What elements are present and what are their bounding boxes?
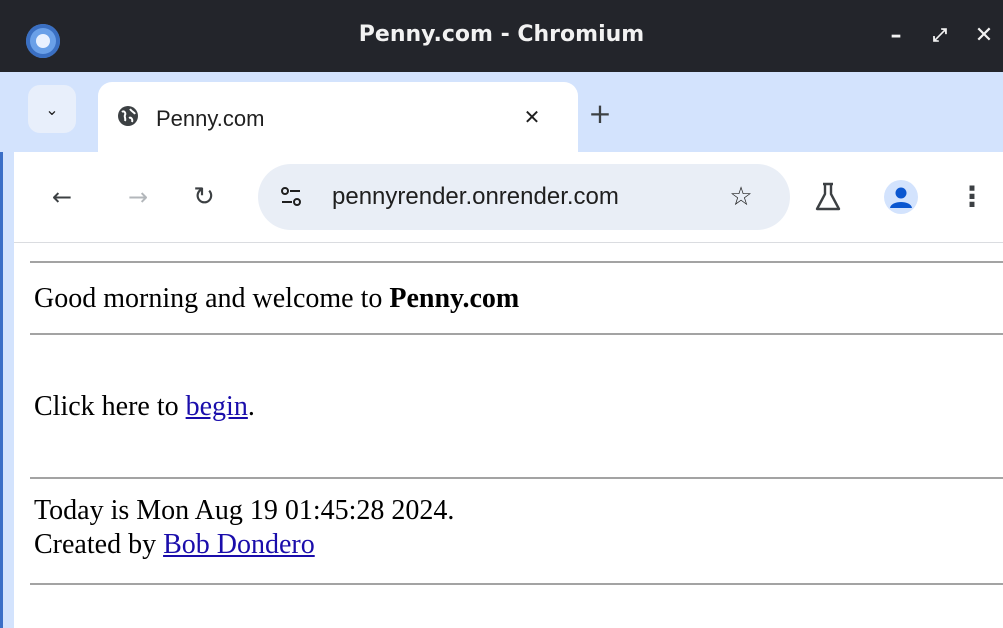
profile-avatar-icon[interactable] — [884, 180, 918, 214]
divider — [30, 583, 1003, 585]
title-bar: Penny.com - Chromium – ⤢ ✕ — [0, 0, 1003, 72]
browser-toolbar: ← → ↻ pennyrender.onrender.com ☆ ⋮ — [14, 152, 1003, 243]
back-arrow-icon[interactable]: ← — [44, 179, 80, 215]
forward-arrow-icon[interactable]: → — [120, 179, 156, 215]
window-title: Penny.com - Chromium — [358, 22, 645, 47]
more-menu-icon[interactable]: ⋮ — [958, 179, 986, 215]
labs-flask-icon[interactable] — [812, 180, 844, 214]
minimize-button[interactable]: – — [880, 20, 912, 52]
click-text: Click here to — [34, 391, 179, 422]
divider — [30, 477, 1003, 479]
reload-icon[interactable]: ↻ — [186, 179, 222, 215]
author-link[interactable]: Bob Dondero — [163, 529, 315, 560]
person-icon — [890, 187, 912, 208]
window-left-border — [0, 152, 3, 628]
new-tab-button[interactable]: + — [582, 96, 618, 132]
close-window-button[interactable]: ✕ — [968, 20, 1000, 52]
bookmark-star-icon[interactable]: ☆ — [724, 180, 758, 214]
page-content: Good morning and welcome to Penny.com Cl… — [14, 243, 1003, 628]
created-text: Created by — [34, 529, 157, 560]
chevron-down-icon: ⌄ — [45, 99, 59, 119]
greeting: Good morning and welcome to Penny.com — [34, 283, 519, 315]
greeting-text: Good morning and welcome to — [34, 283, 383, 314]
globe-icon — [118, 106, 138, 126]
tab-title: Penny.com — [156, 106, 265, 131]
date-line: Today is Mon Aug 19 01:45:28 2024. — [34, 495, 455, 526]
site-settings-icon — [281, 187, 301, 206]
tab-penny[interactable]: Penny.com ✕ — [98, 82, 578, 152]
site-name: Penny.com — [389, 283, 520, 314]
period-text: . — [247, 391, 255, 422]
divider — [30, 333, 1003, 335]
browser-window: Penny.com - Chromium – ⤢ ✕ ⌄ Penny.com ✕… — [0, 0, 1003, 628]
url-text: pennyrender.onrender.com — [332, 183, 619, 210]
tab-search-button[interactable]: ⌄ — [28, 85, 76, 133]
maximize-button[interactable]: ⤢ — [924, 20, 956, 52]
created-line: Created by Bob Dondero — [34, 529, 315, 561]
divider — [30, 261, 1003, 263]
tab-strip: ⌄ Penny.com ✕ + — [14, 72, 1003, 152]
begin-line: Click here to begin. — [34, 391, 255, 423]
address-bar[interactable]: pennyrender.onrender.com ☆ — [258, 164, 790, 230]
begin-link[interactable]: begin — [186, 391, 248, 422]
close-tab-icon[interactable]: ✕ — [516, 101, 548, 133]
